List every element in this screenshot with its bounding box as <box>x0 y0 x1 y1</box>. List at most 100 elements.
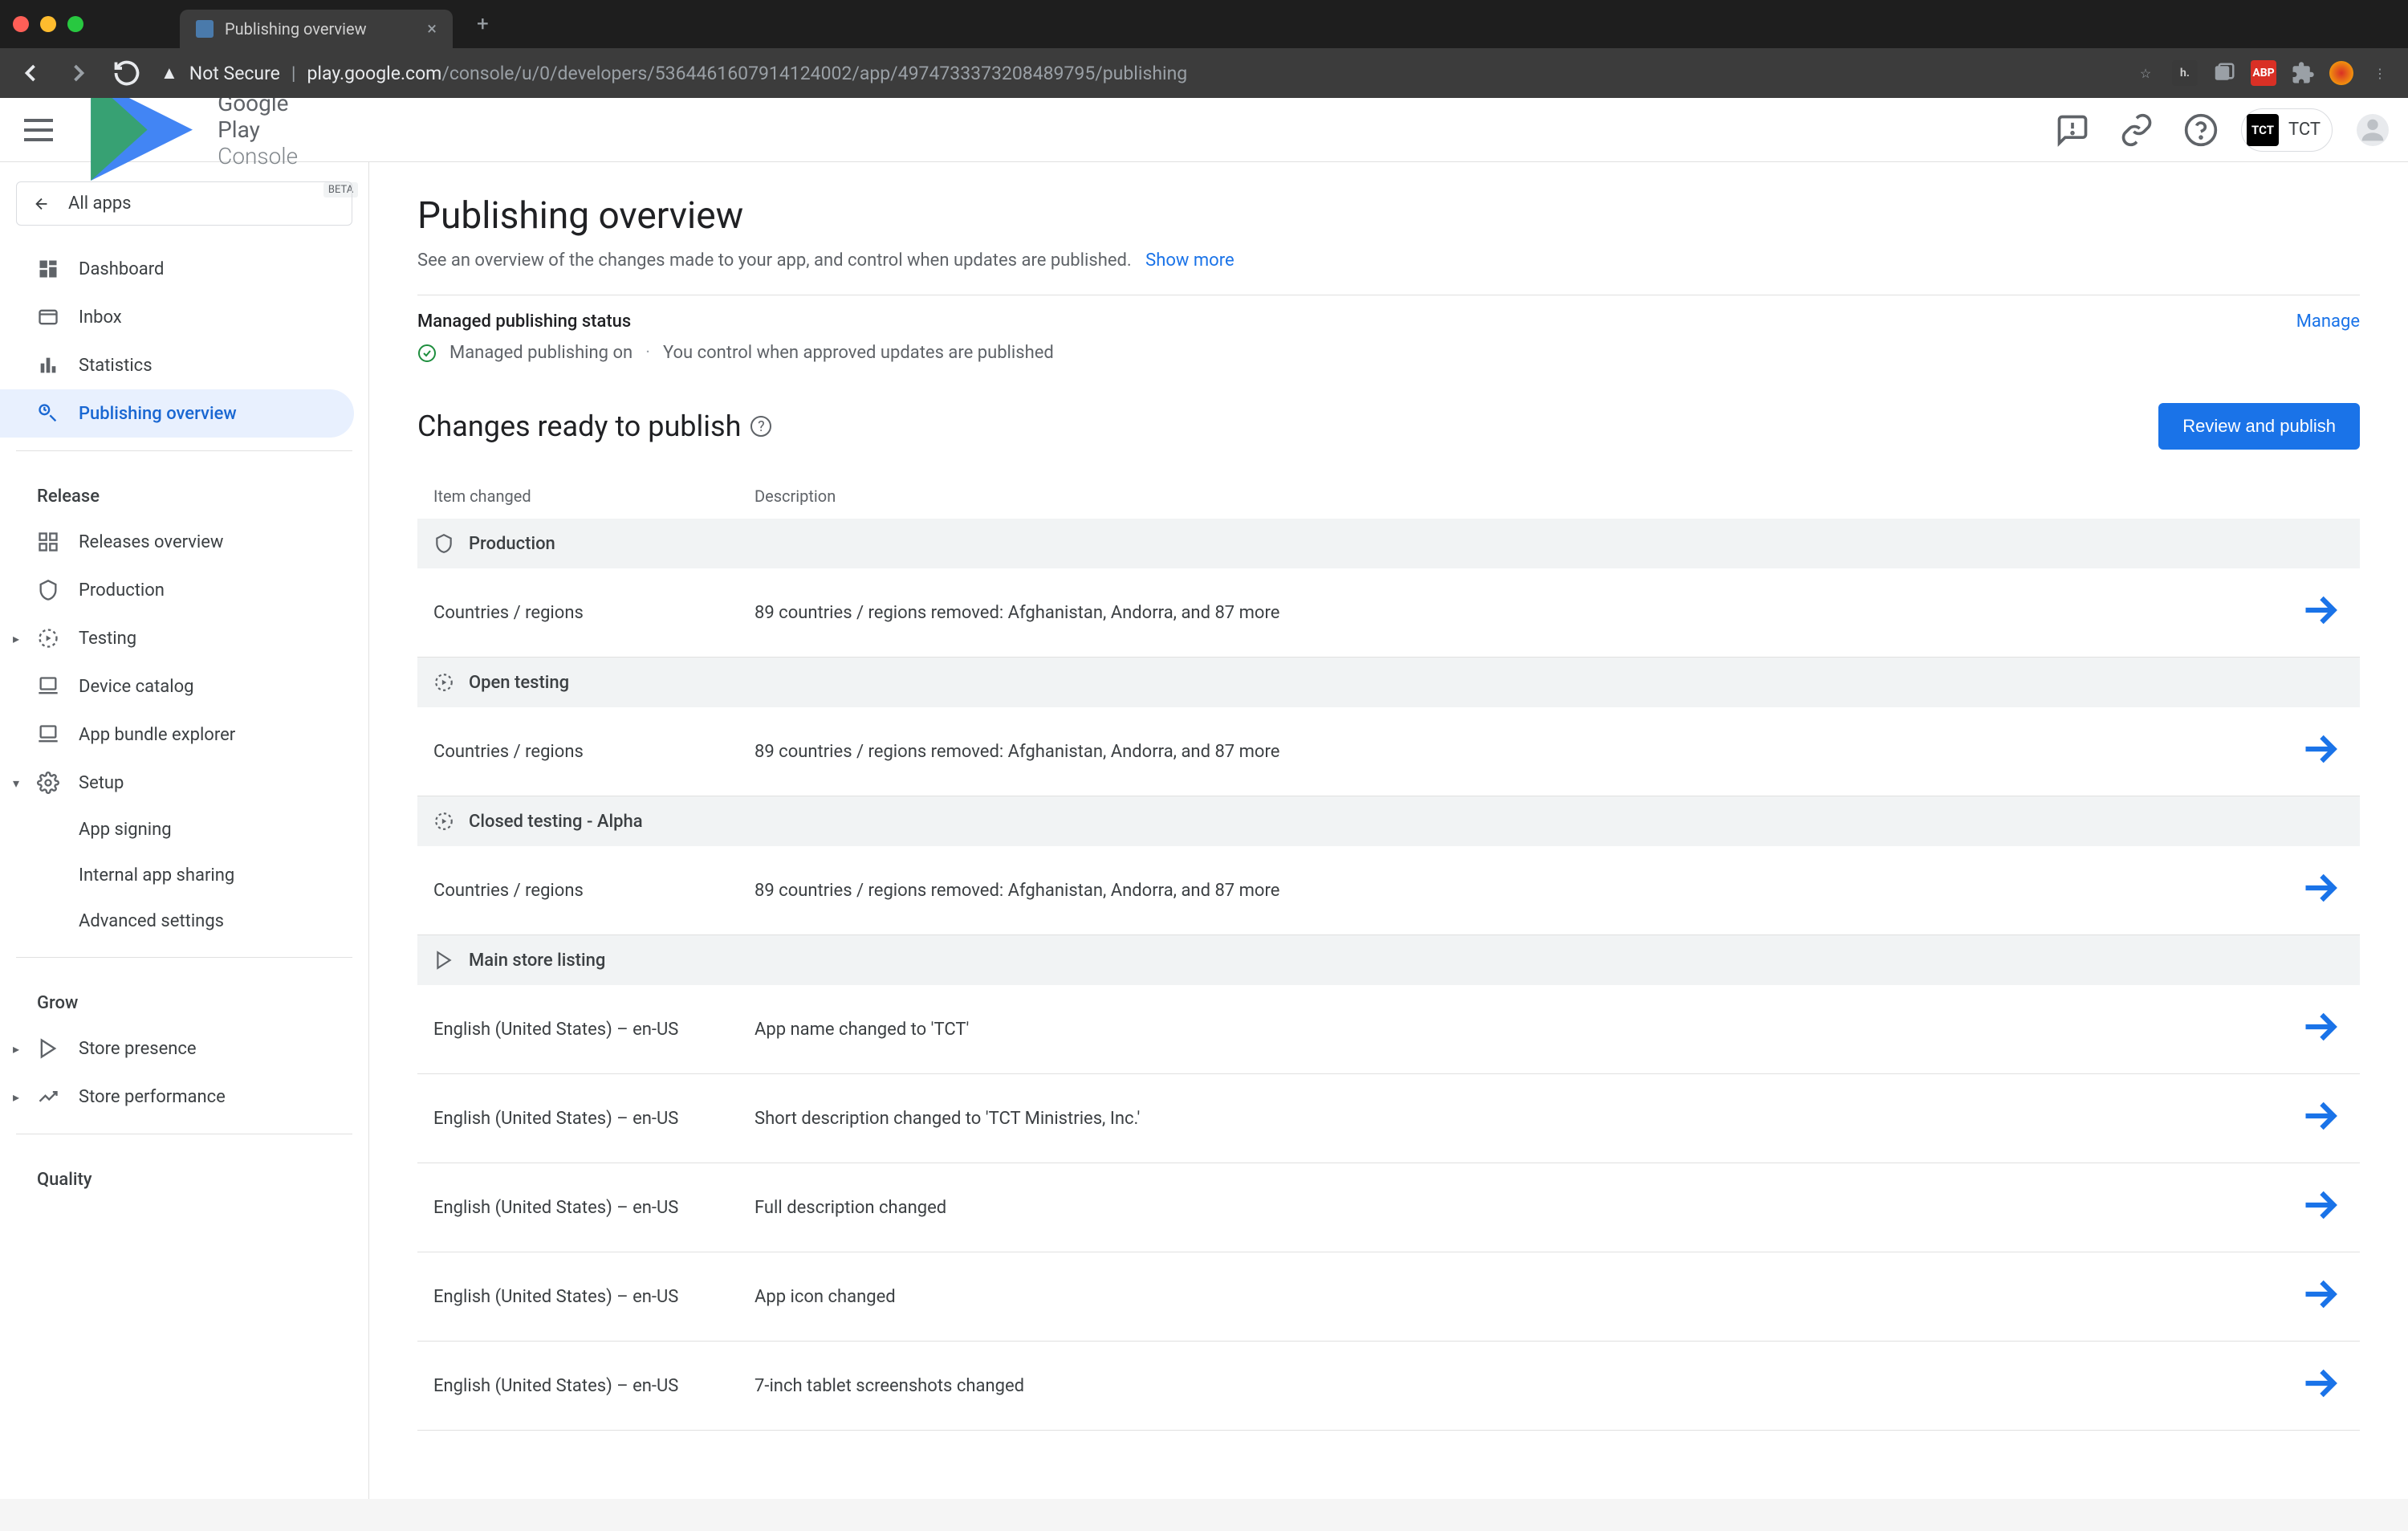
cell-desc: App name changed to 'TCT' <box>755 1020 2296 1040</box>
sidebar-item-testing[interactable]: ▸ Testing <box>0 614 354 662</box>
sidebar-item-statistics[interactable]: Statistics <box>0 341 354 389</box>
sidebar-item-app-signing[interactable]: App signing <box>0 807 354 853</box>
sidebar-item-label: Testing <box>79 629 136 649</box>
review-and-publish-button[interactable]: Review and publish <box>2158 403 2360 450</box>
table-group-header: Production <box>417 519 2360 568</box>
cell-desc: 89 countries / regions removed: Afghanis… <box>755 742 2296 762</box>
group-label: Production <box>469 534 555 554</box>
table-row[interactable]: Countries / regions89 countries / region… <box>417 846 2360 935</box>
page-title: Publishing overview <box>417 194 2360 238</box>
close-window-icon[interactable] <box>13 16 29 32</box>
sidebar-item-label: Dashboard <box>79 259 164 279</box>
row-arrow-icon[interactable] <box>2296 586 2344 639</box>
sidebar-item-label: Store presence <box>79 1039 197 1059</box>
performance-icon <box>37 1085 59 1108</box>
sidebar-item-label: App bundle explorer <box>79 725 235 745</box>
table-row[interactable]: English (United States) – en-USApp name … <box>417 985 2360 1074</box>
all-apps-button[interactable]: All apps <box>16 181 352 226</box>
cell-desc: Short description changed to 'TCT Minist… <box>755 1109 2296 1129</box>
table-row[interactable]: English (United States) – en-USFull desc… <box>417 1163 2360 1252</box>
extension-abp-icon[interactable]: ABP <box>2251 60 2276 86</box>
sidebar-item-inbox[interactable]: Inbox <box>0 293 354 341</box>
row-arrow-icon[interactable] <box>2296 1003 2344 1056</box>
row-arrow-icon[interactable] <box>2296 1270 2344 1323</box>
sidebar: All apps Dashboard Inbox Statistics Publ… <box>0 162 369 1499</box>
row-arrow-icon[interactable] <box>2296 725 2344 778</box>
publishing-icon <box>37 402 59 425</box>
maximize-window-icon[interactable] <box>67 16 83 32</box>
sidebar-heading-quality: Quality <box>0 1147 368 1201</box>
tab-title: Publishing overview <box>225 19 367 39</box>
reload-button[interactable] <box>112 59 141 88</box>
table-row[interactable]: English (United States) – en-USShort des… <box>417 1074 2360 1163</box>
table-row[interactable]: English (United States) – en-USApp icon … <box>417 1252 2360 1342</box>
bundle-icon <box>37 723 59 746</box>
testing-icon <box>37 627 59 649</box>
table-row[interactable]: Countries / regions89 countries / region… <box>417 568 2360 658</box>
sidebar-item-publishing-overview[interactable]: Publishing overview <box>0 389 354 438</box>
browser-menu-icon[interactable]: ⋮ <box>2368 61 2392 85</box>
help-tooltip-icon[interactable]: ? <box>750 416 771 437</box>
minimize-window-icon[interactable] <box>40 16 56 32</box>
expand-icon[interactable]: ▸ <box>8 1040 24 1057</box>
cell-desc: 89 countries / regions removed: Afghanis… <box>755 603 2296 623</box>
bookmark-star-icon[interactable]: ☆ <box>2133 61 2158 85</box>
collapse-icon[interactable]: ▾ <box>8 775 24 791</box>
sidebar-item-advanced-settings[interactable]: Advanced settings <box>0 898 354 944</box>
inbox-icon <box>37 306 59 328</box>
row-arrow-icon[interactable] <box>2296 864 2344 917</box>
dashboard-icon <box>37 258 59 280</box>
sidebar-item-device-catalog[interactable]: Device catalog <box>0 662 354 711</box>
extensions-puzzle-icon[interactable] <box>2291 61 2315 85</box>
cell-item: English (United States) – en-US <box>433 1376 755 1396</box>
back-button[interactable] <box>16 59 45 88</box>
table-group-header: Open testing <box>417 658 2360 707</box>
help-icon[interactable] <box>2183 112 2219 148</box>
row-arrow-icon[interactable] <box>2296 1092 2344 1145</box>
window-controls[interactable] <box>13 16 83 32</box>
show-more-link[interactable]: Show more <box>1145 250 1234 271</box>
expand-icon[interactable]: ▸ <box>8 1089 24 1105</box>
back-arrow-icon <box>33 195 51 213</box>
sidebar-item-setup[interactable]: ▾ Setup <box>0 759 354 807</box>
address-bar[interactable]: ▲ Not Secure | play.google.com/console/u… <box>161 63 2114 84</box>
tab-close-icon[interactable]: × <box>427 19 437 39</box>
table-row[interactable]: Countries / regions89 countries / region… <box>417 707 2360 796</box>
changes-table: Item changed Description ProductionCount… <box>417 474 2360 1431</box>
sidebar-item-label: Publishing overview <box>79 404 237 424</box>
sidebar-item-production[interactable]: Production <box>0 566 354 614</box>
new-tab-button[interactable]: + <box>477 12 489 36</box>
cell-item: English (United States) – en-US <box>433 1020 755 1040</box>
sidebar-item-app-bundle-explorer[interactable]: App bundle explorer <box>0 711 354 759</box>
manage-link[interactable]: Manage <box>2296 311 2360 332</box>
extension-avatar-icon[interactable] <box>2329 61 2353 85</box>
row-arrow-icon[interactable] <box>2296 1181 2344 1234</box>
sidebar-item-label: Statistics <box>79 356 153 376</box>
url-path: /console/u/0/developers/5364461607914124… <box>441 63 1187 84</box>
cell-item: English (United States) – en-US <box>433 1109 755 1129</box>
hamburger-menu-button[interactable] <box>19 111 58 149</box>
sidebar-heading-release: Release <box>0 464 368 518</box>
cell-desc: Full description changed <box>755 1198 2296 1218</box>
cell-item: Countries / regions <box>433 603 755 623</box>
sidebar-item-internal-sharing[interactable]: Internal app sharing <box>0 853 354 898</box>
extension-h-icon[interactable]: h. <box>2172 60 2198 86</box>
table-row[interactable]: English (United States) – en-US7-inch ta… <box>417 1342 2360 1431</box>
link-icon[interactable] <box>2119 112 2154 148</box>
cell-desc: App icon changed <box>755 1287 2296 1307</box>
browser-tab[interactable]: Publishing overview × <box>180 10 453 48</box>
expand-icon[interactable]: ▸ <box>8 630 24 646</box>
sidebar-item-releases-overview[interactable]: Releases overview <box>0 518 354 566</box>
page-subtitle: See an overview of the changes made to y… <box>417 250 2360 271</box>
sidebar-item-store-presence[interactable]: ▸ Store presence <box>0 1024 354 1073</box>
sidebar-item-dashboard[interactable]: Dashboard <box>0 245 354 293</box>
check-circle-icon <box>417 344 437 363</box>
account-switcher[interactable]: TCT TCT <box>2241 108 2333 152</box>
sidebar-item-store-performance[interactable]: ▸ Store performance <box>0 1073 354 1121</box>
row-arrow-icon[interactable] <box>2296 1359 2344 1412</box>
feedback-icon[interactable] <box>2055 112 2090 148</box>
store-presence-icon <box>37 1037 59 1060</box>
mp-status-desc: You control when approved updates are pu… <box>663 343 1054 363</box>
extension-tabs-icon[interactable] <box>2212 61 2236 85</box>
profile-avatar[interactable] <box>2357 114 2389 146</box>
